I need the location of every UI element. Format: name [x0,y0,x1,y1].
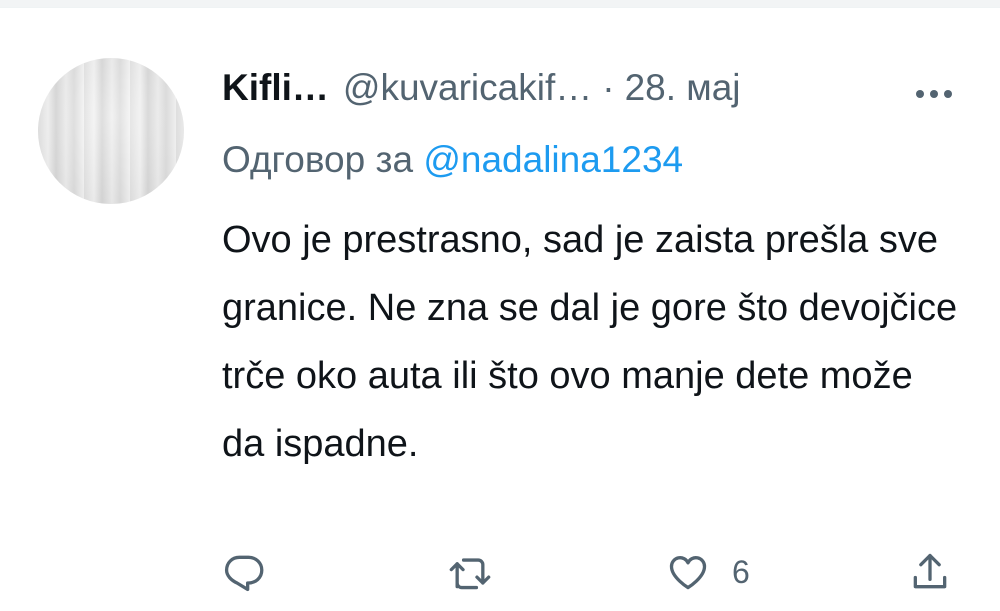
avatar[interactable] [38,58,184,204]
retweet-icon [449,558,491,590]
top-divider [0,0,1000,8]
separator-dot: · [602,67,615,108]
reply-button[interactable] [222,546,266,598]
tweet-text: Ovo je prestrasno, sad je zaista prešla … [222,219,958,465]
tweet-card[interactable]: Kifli… @kuvaricakif… · 28. мај Одговор з… [0,8,1000,611]
share-button[interactable] [908,546,952,598]
retweet-button[interactable] [448,546,492,598]
more-dot [930,90,938,98]
heart-icon [669,556,707,590]
reply-mention-link[interactable]: @nadalina1234 [423,139,683,180]
tweet-date[interactable]: 28. мај [625,66,741,110]
user-handle[interactable]: @kuvaricakif… [343,66,592,110]
action-bar: 6 [222,546,962,598]
reply-prefix: Одговор за [222,139,414,180]
display-name[interactable]: Kifli… [222,66,329,110]
like-count: 6 [732,553,750,590]
reply-context: Одговор за @nadalina1234 [222,138,683,182]
reply-icon [224,555,264,592]
share-icon [913,553,947,589]
more-options-icon[interactable] [906,72,962,116]
like-button[interactable]: 6 [666,546,750,598]
more-dot [916,90,924,98]
more-dot [944,90,952,98]
tweet-header: Kifli… @kuvaricakif… · 28. мај [222,66,741,110]
